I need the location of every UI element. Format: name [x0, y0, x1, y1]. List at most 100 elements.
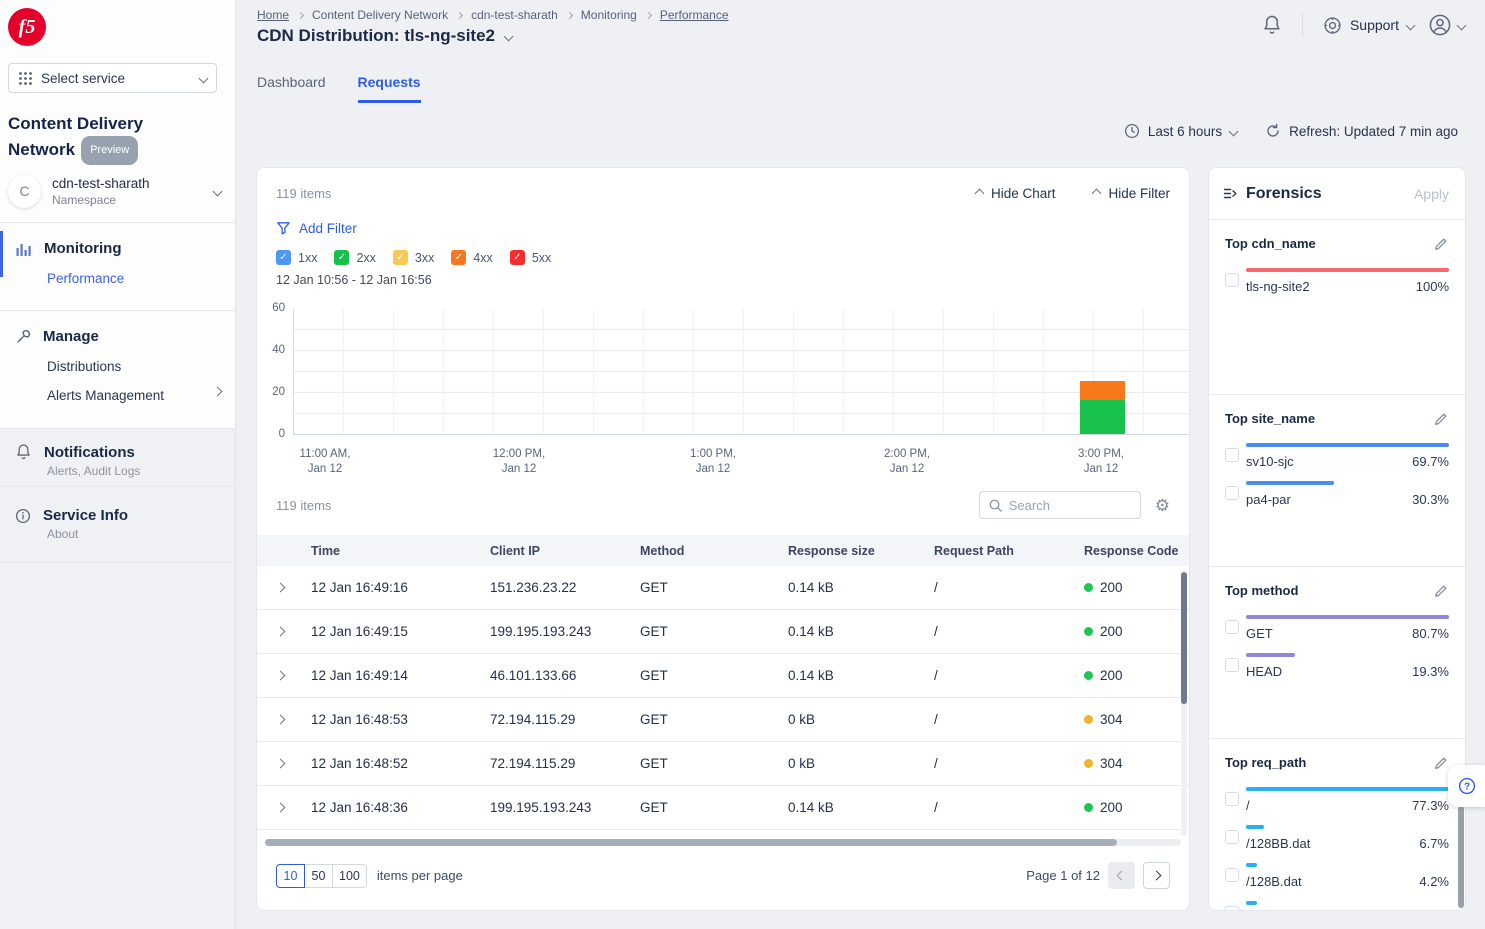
forensics-header: Forensics Apply	[1209, 168, 1465, 220]
col-client-ip[interactable]: Client IP	[490, 544, 640, 558]
tab-bar: Dashboard Requests	[257, 74, 421, 103]
horizontal-scrollbar[interactable]	[265, 839, 1181, 846]
item-checkbox[interactable]	[1225, 906, 1239, 911]
col-request-path[interactable]: Request Path	[934, 544, 1084, 558]
row-expander-icon[interactable]	[276, 759, 286, 769]
page-size-50[interactable]: 50	[304, 864, 333, 888]
legend-1xx-checkbox[interactable]: ✓1xx	[276, 250, 317, 265]
sidebar-item-alerts-management[interactable]: Alerts Management	[0, 374, 235, 403]
item-percent: 100%	[1416, 279, 1449, 294]
status-badge: 304	[1084, 756, 1189, 771]
hide-chart-button[interactable]: Hide Chart	[976, 186, 1056, 201]
breadcrumb-monitoring[interactable]: Monitoring	[581, 8, 637, 22]
sidebar-section-notifications[interactable]: Notifications Alerts, Audit Logs	[0, 428, 235, 486]
account-menu[interactable]	[1428, 13, 1465, 37]
next-page-button[interactable]	[1143, 862, 1170, 889]
legend-2xx-checkbox[interactable]: ✓2xx	[334, 250, 375, 265]
col-method[interactable]: Method	[640, 544, 788, 558]
breadcrumb-performance[interactable]: Performance	[660, 8, 729, 22]
notifications-bell-button[interactable]	[1262, 14, 1282, 36]
item-checkbox[interactable]	[1225, 658, 1239, 672]
edit-pencil-icon[interactable]	[1433, 411, 1449, 427]
legend-4xx-checkbox[interactable]: ✓4xx	[451, 250, 492, 265]
item-checkbox[interactable]	[1225, 486, 1239, 500]
scrollbar-thumb[interactable]	[265, 839, 1117, 846]
main-area: Home Content Delivery Network cdn-test-s…	[236, 0, 1485, 929]
tab-dashboard[interactable]: Dashboard	[257, 74, 326, 103]
legend-5xx-checkbox[interactable]: ✓5xx	[510, 250, 551, 265]
clock-icon	[1124, 123, 1140, 139]
item-checkbox[interactable]	[1225, 868, 1239, 882]
chart-bar-stack[interactable]	[1080, 381, 1125, 434]
item-percent: 80.7%	[1412, 626, 1449, 641]
col-response-size[interactable]: Response size	[788, 544, 934, 558]
table-row[interactable]: 12 Jan 16:48:36199.195.193.243GET0.14 kB…	[257, 786, 1189, 830]
sidebar-item-distributions[interactable]: Distributions	[0, 345, 235, 374]
page-title[interactable]: CDN Distribution: tls-ng-site2	[257, 26, 512, 46]
apply-button[interactable]: Apply	[1414, 186, 1449, 202]
status-dot	[1084, 583, 1093, 592]
legend-3xx-checkbox[interactable]: ✓3xx	[393, 250, 434, 265]
notifications-label: Notifications	[44, 444, 135, 461]
col-response-code[interactable]: Response Code	[1084, 544, 1189, 558]
row-expander-icon[interactable]	[276, 803, 286, 813]
sidebar-section-service-info[interactable]: Service Info About	[0, 486, 235, 562]
refresh-button[interactable]: Refresh: Updated 7 min ago	[1265, 123, 1458, 139]
namespace-selector[interactable]: C cdn-test-sharath Namespace	[8, 168, 227, 214]
info-icon	[15, 508, 31, 524]
hide-filter-button[interactable]: Hide Filter	[1093, 186, 1170, 201]
item-label: /128BB.dat	[1246, 836, 1310, 851]
chart-plot-area[interactable]	[293, 309, 1190, 435]
table-row[interactable]: 12 Jan 16:49:16151.236.23.22GET0.14 kB/ …	[257, 566, 1189, 610]
table-row[interactable]: 12 Jan 16:48:5272.194.115.29GET0 kB/ 304	[257, 742, 1189, 786]
tab-requests[interactable]: Requests	[358, 74, 421, 103]
row-expander-icon[interactable]	[276, 715, 286, 725]
help-button[interactable]: ?	[1448, 765, 1485, 807]
f5-logo[interactable]: f5	[8, 8, 46, 46]
item-checkbox[interactable]	[1225, 620, 1239, 634]
vertical-scrollbar[interactable]	[1181, 572, 1187, 836]
chevron-right-icon	[645, 11, 652, 18]
edit-pencil-icon[interactable]	[1433, 583, 1449, 599]
breadcrumb-home[interactable]: Home	[257, 8, 289, 22]
pagination: 10 50 100 items per page Page 1 of 12	[257, 862, 1189, 889]
edit-pencil-icon[interactable]	[1433, 755, 1449, 771]
page-info: Page 1 of 12	[1026, 868, 1100, 883]
table-row[interactable]: 12 Jan 16:48:5372.194.115.29GET0 kB/ 304	[257, 698, 1189, 742]
collapse-panel-icon[interactable]	[1223, 186, 1238, 201]
time-range-dropdown[interactable]: Last 6 hours	[1124, 123, 1237, 139]
item-percent: 4.2%	[1419, 874, 1449, 889]
sidebar-item-performance[interactable]: Performance	[0, 257, 235, 286]
table-row[interactable]: 12 Jan 16:49:1446.101.133.66GET0.14 kB/ …	[257, 654, 1189, 698]
table-search[interactable]	[979, 491, 1141, 519]
sidebar-item-manage[interactable]: Manage	[0, 311, 235, 345]
forensics-scrollbar[interactable]	[1458, 806, 1464, 908]
item-checkbox[interactable]	[1225, 830, 1239, 844]
table-row[interactable]: 12 Jan 16:49:15199.195.193.243GET0.14 kB…	[257, 610, 1189, 654]
search-input[interactable]	[1009, 498, 1119, 513]
sidebar-section-manage: Manage Distributions Alerts Management	[0, 310, 235, 428]
support-menu[interactable]: Support	[1323, 16, 1414, 35]
page-size-100[interactable]: 100	[332, 864, 367, 888]
row-expander-icon[interactable]	[276, 671, 286, 681]
sidebar-item-monitoring[interactable]: Monitoring	[0, 223, 235, 257]
item-checkbox[interactable]	[1225, 448, 1239, 462]
item-checkbox[interactable]	[1225, 792, 1239, 806]
add-filter-button[interactable]: Add Filter	[276, 221, 1189, 236]
prev-page-button[interactable]	[1108, 862, 1135, 889]
chevron-down-icon	[1229, 126, 1239, 136]
row-expander-icon[interactable]	[276, 627, 286, 637]
item-label: pa4-par	[1246, 492, 1291, 507]
edit-pencil-icon[interactable]	[1433, 236, 1449, 252]
item-checkbox[interactable]	[1225, 273, 1239, 287]
col-time[interactable]: Time	[311, 544, 490, 558]
gear-icon[interactable]: ⚙	[1155, 497, 1170, 514]
page-size-10[interactable]: 10	[276, 864, 305, 888]
breadcrumb-namespace[interactable]: cdn-test-sharath	[471, 8, 558, 22]
select-service-dropdown[interactable]: Select service	[8, 63, 217, 93]
breadcrumb-cdn[interactable]: Content Delivery Network	[312, 8, 448, 22]
breadcrumb: Home Content Delivery Network cdn-test-s…	[257, 8, 729, 22]
item-percent: 6.7%	[1419, 836, 1449, 851]
row-expander-icon[interactable]	[276, 583, 286, 593]
scrollbar-thumb[interactable]	[1181, 572, 1187, 704]
